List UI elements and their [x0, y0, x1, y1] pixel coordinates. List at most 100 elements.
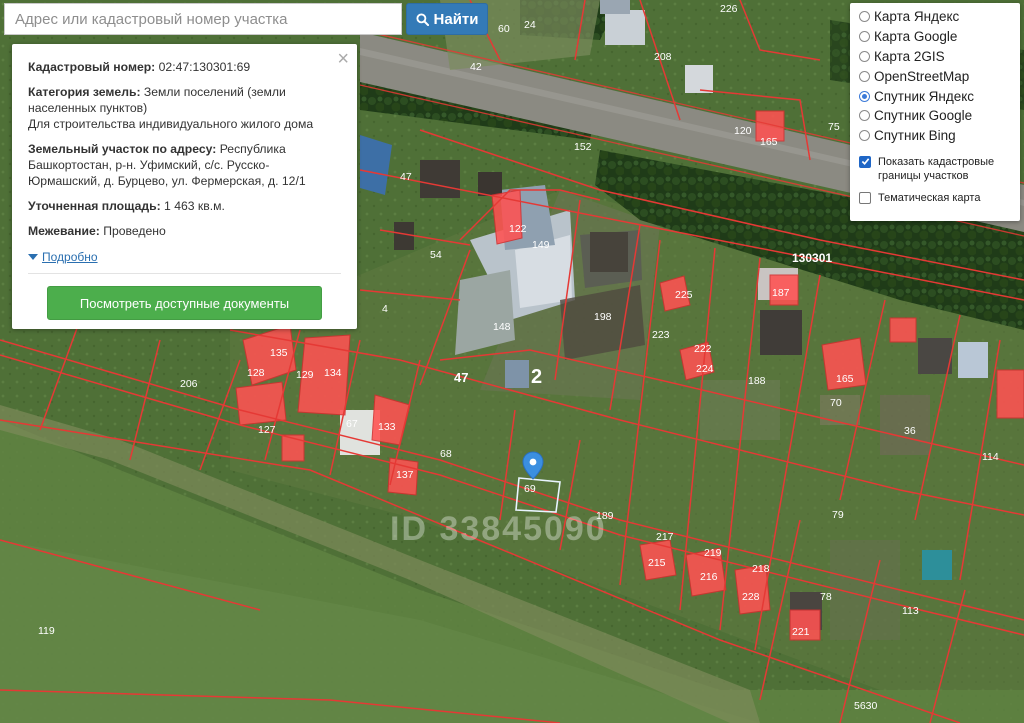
- parcel-label: 128: [247, 367, 265, 379]
- search-icon: [415, 12, 429, 26]
- parcel-label: 189: [596, 510, 614, 522]
- layer-options: Карта Яндекс Карта Google Карта 2GIS Ope…: [859, 7, 1020, 146]
- land-category-label: Категория земель:: [28, 85, 141, 99]
- radio-icon[interactable]: [859, 130, 870, 142]
- radio-icon[interactable]: [859, 31, 870, 43]
- parcel-label: 135: [270, 347, 288, 359]
- parcel-label: 24: [524, 19, 536, 31]
- divider: [28, 273, 341, 274]
- land-category-row: Категория земель: Земли поселений (земли…: [28, 84, 339, 132]
- survey-value: Проведено: [103, 224, 166, 238]
- parcel-label: 206: [180, 378, 198, 390]
- layer-option-label: Карта 2GIS: [874, 48, 945, 64]
- search-input[interactable]: [4, 3, 402, 35]
- radio-icon[interactable]: [859, 11, 870, 23]
- layer-option-openstreetmap[interactable]: OpenStreetMap: [859, 66, 1020, 86]
- view-documents-button[interactable]: Посмотреть доступные документы: [47, 286, 322, 320]
- parcel-label: 68: [440, 448, 452, 460]
- area-label: Уточненная площадь:: [28, 199, 161, 213]
- parcel-label: 152: [574, 141, 592, 153]
- close-icon[interactable]: ×: [337, 49, 349, 69]
- layer-option-label: Спутник Bing: [874, 128, 956, 144]
- parcel-info-panel: × Кадастровый номер: 02:47:130301:69 Кат…: [12, 44, 357, 329]
- details-link[interactable]: Подробно: [28, 249, 98, 265]
- layer-option-google-map[interactable]: Карта Google: [859, 27, 1020, 47]
- parcel-label: 4: [382, 303, 388, 315]
- details-link-label: Подробно: [42, 250, 98, 264]
- details-row: Подробно: [28, 248, 339, 265]
- cadastral-number-label: Кадастровый номер:: [28, 60, 156, 74]
- parcel-label: 42: [470, 61, 482, 73]
- area-value: 1 463 кв.м.: [164, 199, 225, 213]
- search-button-label: Найти: [433, 10, 479, 28]
- parcel-label: 216: [700, 571, 718, 583]
- layer-option-yandex-map[interactable]: Карта Яндекс: [859, 7, 1020, 27]
- parcel-label: 148: [493, 321, 511, 333]
- survey-label: Межевание:: [28, 224, 100, 238]
- parcel-label: 149: [532, 239, 550, 251]
- thematic-map-label: Тематическая карта: [878, 191, 981, 204]
- parcel-label: 134: [324, 367, 342, 379]
- show-boundaries-label: Показать кадастровые границы участков: [878, 155, 995, 182]
- parcel-label: 224: [696, 363, 714, 375]
- parcel-label: 221: [792, 626, 810, 638]
- parcel-label: 75: [828, 121, 840, 133]
- parcel-label: 47: [400, 171, 412, 183]
- checkbox-icon[interactable]: [859, 155, 871, 168]
- parcel-label: 5630: [854, 700, 878, 712]
- parcel-label: 218: [752, 563, 770, 575]
- checkbox-icon[interactable]: [859, 191, 871, 204]
- layer-option-2gis-map[interactable]: Карта 2GIS: [859, 47, 1020, 67]
- layer-option-google-satellite[interactable]: Спутник Google: [859, 106, 1020, 126]
- parcel-label: 114: [982, 451, 999, 463]
- parcel-label: 215: [648, 557, 666, 569]
- parcel-label: 60: [498, 23, 510, 35]
- land-use-value: Для строительства индивидуального жилого…: [28, 117, 314, 131]
- address-label: Земельный участок по адресу:: [28, 142, 217, 156]
- parcel-label: 113: [902, 605, 919, 617]
- parcel-label: 70: [830, 397, 842, 409]
- address-row: Земельный участок по адресу: Республика …: [28, 141, 339, 189]
- thematic-map-toggle[interactable]: Тематическая карта: [859, 191, 1020, 205]
- cadastral-number-row: Кадастровый номер: 02:47:130301:69: [28, 59, 339, 75]
- radio-icon[interactable]: [859, 70, 870, 82]
- parcel-label: 187: [772, 287, 790, 299]
- zone-label: 2: [531, 366, 542, 388]
- layer-option-label: OpenStreetMap: [874, 68, 970, 84]
- layer-option-yandex-satellite[interactable]: Спутник Яндекс: [859, 86, 1020, 106]
- parcel-label: 219: [704, 547, 722, 559]
- show-boundaries-toggle[interactable]: Показать кадастровые границы участков: [859, 155, 1020, 183]
- parcel-label: 198: [594, 311, 612, 323]
- parcel-label: 223: [652, 329, 670, 341]
- caret-down-icon: [28, 254, 38, 260]
- parcel-label: 119: [38, 625, 55, 637]
- parcel-label: 217: [656, 531, 674, 543]
- cadastral-number-value: 02:47:130301:69: [158, 60, 251, 74]
- radio-icon[interactable]: [859, 90, 870, 102]
- parcel-label: 165: [836, 373, 854, 385]
- quarter-label: 47: [454, 370, 468, 385]
- block-label: 130301: [792, 251, 832, 265]
- parcel-label: 228: [742, 591, 760, 603]
- layer-option-bing-satellite[interactable]: Спутник Bing: [859, 126, 1020, 146]
- parcel-label: 36: [904, 425, 916, 437]
- parcel-label: 67: [346, 418, 358, 430]
- radio-icon[interactable]: [859, 50, 870, 62]
- parcel-label: 188: [748, 375, 766, 387]
- layer-option-label: Спутник Google: [874, 108, 973, 124]
- radio-icon[interactable]: [859, 110, 870, 122]
- map-layer-panel: Карта Яндекс Карта Google Карта 2GIS Ope…: [850, 3, 1020, 221]
- watermark-text: ID 33845090: [390, 510, 607, 548]
- parcel-label: 127: [258, 424, 276, 436]
- parcel-label: 69: [524, 483, 536, 495]
- parcel-label: 165: [760, 136, 778, 148]
- parcel-label: 225: [675, 289, 693, 301]
- parcel-label: 79: [832, 509, 844, 521]
- parcel-label: 133: [378, 421, 396, 433]
- parcel-label: 226: [720, 3, 738, 15]
- parcel-label: 122: [509, 223, 527, 235]
- layer-option-label: Карта Яндекс: [874, 9, 960, 25]
- survey-row: Межевание: Проведено: [28, 223, 339, 239]
- search-button[interactable]: Найти: [406, 3, 488, 35]
- parcel-label: 78: [820, 591, 832, 603]
